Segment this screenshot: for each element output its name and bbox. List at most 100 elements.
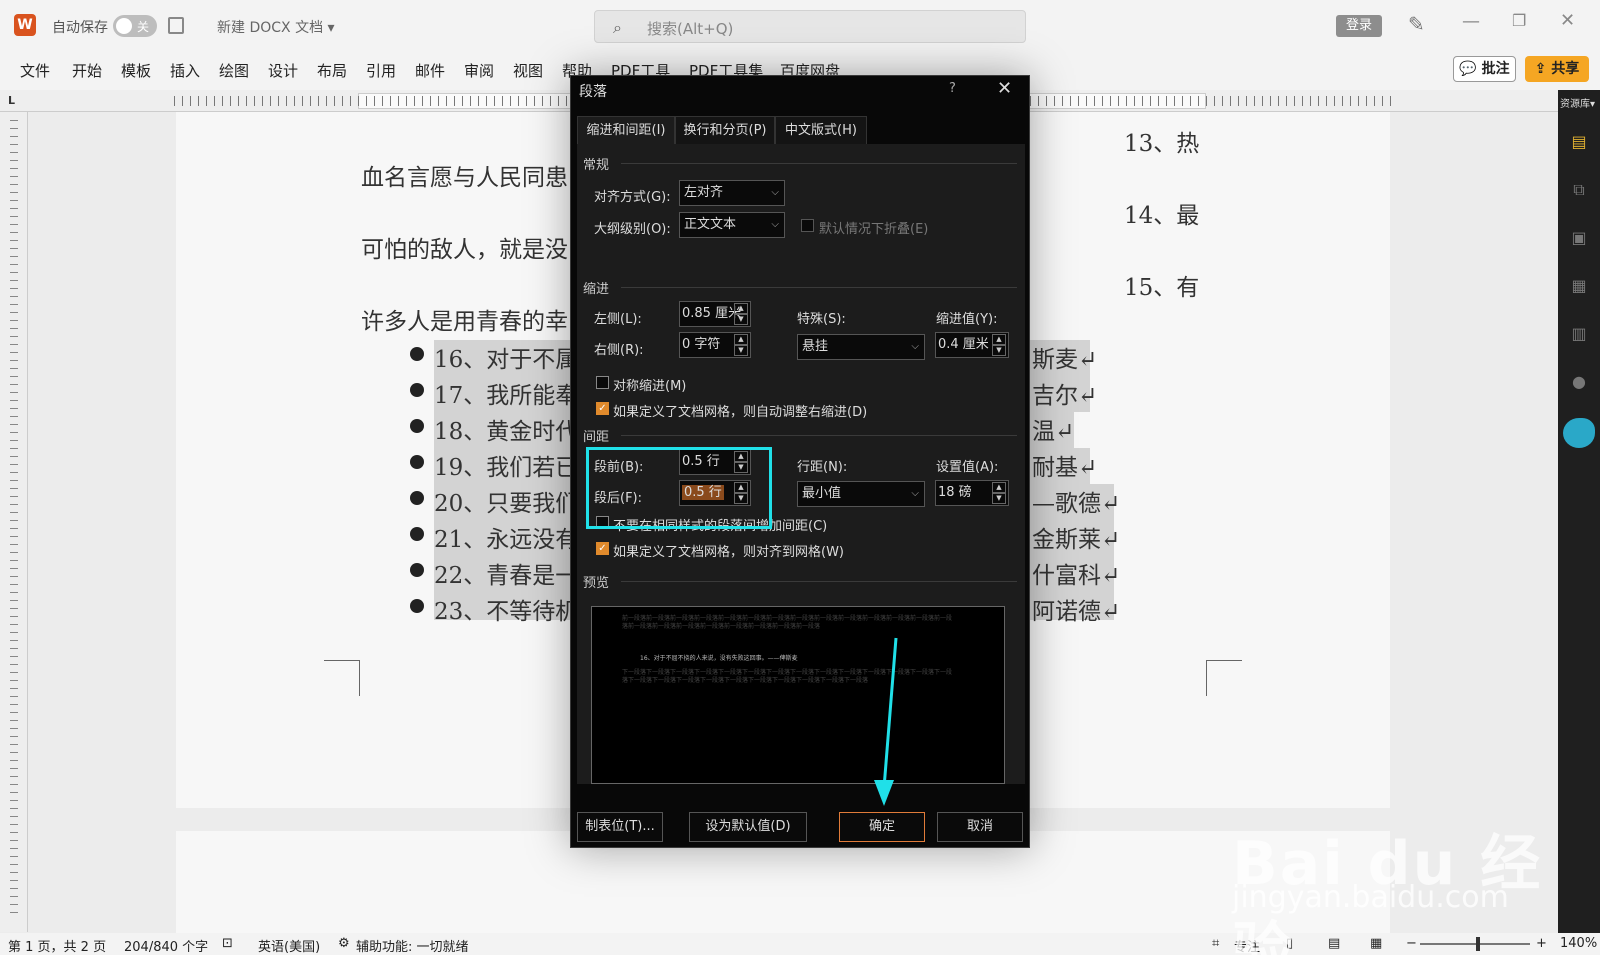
cancel-button[interactable]: 取消 — [937, 812, 1023, 842]
ok-button[interactable]: 确定 — [839, 812, 925, 842]
chevron-down-icon: ⌵ — [771, 187, 779, 198]
spin-down-icon[interactable]: ▼ — [992, 345, 1006, 356]
tab-selector[interactable]: L — [8, 94, 15, 107]
at-input[interactable]: 18 磅 ▲ ▼ — [935, 480, 1009, 506]
document-title[interactable]: 新建 DOCX 文档 ▾ — [217, 17, 335, 37]
dialog-tabs: 缩进和间距(I) 换行和分页(P) 中文版式(H) — [577, 116, 1025, 144]
auto-adjust-checkbox[interactable]: ✓ — [596, 402, 609, 415]
section-general: 常规 — [583, 158, 610, 173]
menu-review[interactable]: 审阅 — [464, 60, 494, 81]
outline-level-label: 大纲级别(O): — [594, 222, 671, 237]
spin-up-icon[interactable]: ▲ — [734, 334, 748, 345]
bullet-item-end: 温↵ — [1032, 419, 1075, 445]
mirror-indent-checkbox[interactable] — [596, 376, 609, 389]
share-button[interactable]: ⇪ 共享 — [1525, 56, 1589, 82]
media-icon[interactable]: ▣ — [1566, 228, 1592, 258]
bullet-item-end: 吉尔↵ — [1032, 383, 1098, 409]
vertical-ruler[interactable] — [0, 112, 28, 932]
set-default-button[interactable]: 设为默认值(D) — [689, 812, 807, 842]
indent-right-input[interactable]: 0 字符 ▲ ▼ — [679, 332, 751, 358]
search-placeholder: 搜索(Alt+Q) — [647, 20, 734, 38]
bullet-item: 16、对于不属 — [434, 347, 579, 373]
menu-layout[interactable]: 布局 — [317, 60, 347, 81]
spin-up-icon[interactable]: ▲ — [992, 482, 1006, 493]
autosave-toggle[interactable]: 关 — [113, 15, 157, 37]
menu-design[interactable]: 设计 — [268, 60, 298, 81]
line-spacing-dropdown[interactable]: 最小值 ⌵ — [797, 481, 925, 507]
spin-down-icon[interactable]: ▼ — [734, 345, 748, 356]
template-icon[interactable]: ⧉ — [1566, 180, 1592, 210]
crop-mark — [1206, 660, 1242, 696]
tabs-button[interactable]: 制表位(T)... — [577, 812, 663, 842]
toggle-knob — [116, 18, 132, 34]
bullet-icon — [410, 491, 424, 505]
menu-template[interactable]: 模板 — [121, 60, 151, 81]
menu-references[interactable]: 引用 — [366, 60, 396, 81]
bullet-icon — [410, 347, 424, 361]
autosave-state: 关 — [137, 20, 150, 34]
more-icon[interactable]: ● — [1566, 372, 1592, 402]
doc-line: 许多人是用青春的幸 — [361, 309, 568, 335]
spin-down-icon[interactable]: ▼ — [734, 314, 748, 325]
page-count[interactable]: 第 1 页，共 2 页 — [8, 936, 106, 955]
save-icon[interactable] — [168, 17, 184, 34]
menu-insert[interactable]: 插入 — [170, 60, 200, 81]
resource-panel-label[interactable]: 资源库▾ — [1560, 95, 1595, 110]
paragraph-preview: 前一段落前一段落前一段落前一段落前一段落前一段落前一段落前一段落前一段落前一段落… — [591, 606, 1005, 784]
indent-left-input[interactable]: 0.85 厘米 ▲ ▼ — [679, 301, 751, 327]
close-icon[interactable]: ✕ — [997, 78, 1012, 99]
special-value: 悬挂 — [802, 339, 829, 354]
snap-to-grid-label: 如果定义了文档网格，则对齐到网格(W) — [613, 545, 844, 560]
minimize-icon[interactable]: — — [1462, 11, 1480, 32]
word-count[interactable]: 204/840 个字 — [124, 936, 208, 955]
help-icon[interactable]: ? — [949, 81, 956, 96]
doc-line-right: 15、有 — [1124, 275, 1200, 301]
comments-button[interactable]: 💬 批注 — [1453, 56, 1516, 82]
menu-draw[interactable]: 绘图 — [219, 60, 249, 81]
indent-left-label: 左侧(L): — [594, 312, 642, 327]
menu-file[interactable]: 文件 — [20, 60, 50, 81]
spin-down-icon[interactable]: ▼ — [992, 493, 1006, 504]
special-dropdown[interactable]: 悬挂 ⌵ — [797, 334, 925, 360]
login-button[interactable]: 登录 — [1336, 15, 1382, 37]
menu-view[interactable]: 视图 — [513, 60, 543, 81]
divider — [621, 163, 1017, 164]
indent-by-label: 缩进值(Y): — [936, 312, 998, 327]
tab-asian-typography[interactable]: 中文版式(H) — [775, 116, 867, 144]
annotation-arrow — [874, 637, 898, 806]
spin-up-icon[interactable]: ▲ — [992, 334, 1006, 345]
chevron-down-icon: ⌵ — [771, 219, 779, 230]
alignment-dropdown[interactable]: 左对齐 ⌵ — [679, 180, 785, 206]
collapse-checkbox[interactable] — [801, 219, 814, 232]
menu-home[interactable]: 开始 — [72, 60, 102, 81]
mirror-indent-label: 对称缩进(M) — [613, 379, 687, 394]
close-window-icon[interactable]: ✕ — [1560, 10, 1575, 31]
search-input[interactable]: ⌕ 搜索(Alt+Q) — [594, 10, 1026, 43]
indent-by-value: 0.4 厘米 — [938, 337, 989, 352]
section-spacing: 间距 — [583, 430, 610, 445]
menu-mailings[interactable]: 邮件 — [415, 60, 445, 81]
restore-icon[interactable]: ❐ — [1512, 11, 1526, 30]
spin-up-icon[interactable]: ▲ — [734, 303, 748, 314]
education-icon[interactable]: ▥ — [1566, 324, 1592, 354]
indent-by-input[interactable]: 0.4 厘米 ▲ ▼ — [935, 332, 1009, 358]
snap-to-grid-checkbox[interactable]: ✓ — [596, 542, 609, 555]
tab-line-page-breaks[interactable]: 换行和分页(P) — [675, 116, 775, 144]
section-indentation: 缩进 — [583, 282, 610, 297]
preview-current-paragraph: 16、对于不屈不挠的人来说，没有失败这回事。——俾斯麦 — [640, 655, 798, 662]
bullet-icon — [410, 419, 424, 433]
document-icon[interactable]: ▤ — [1566, 132, 1592, 162]
bullet-item: 17、我所能奉 — [434, 383, 579, 409]
resume-icon[interactable]: ▦ — [1566, 276, 1592, 306]
divider — [621, 435, 1017, 436]
tab-indents-spacing[interactable]: 缩进和间距(I) — [577, 116, 675, 144]
assistant-icon[interactable] — [1563, 418, 1595, 448]
pen-icon[interactable]: ✎ — [1408, 12, 1425, 36]
outline-level-dropdown[interactable]: 正文文本 ⌵ — [679, 212, 785, 238]
proofing-icon[interactable]: ⊡ — [222, 936, 233, 951]
language[interactable]: 英语(美国) — [258, 936, 320, 955]
accessibility-status[interactable]: 辅助功能: 一切就绪 — [356, 936, 469, 955]
doc-line: 血名言愿与人民同患 — [361, 165, 568, 191]
bullet-icon — [410, 527, 424, 541]
bullet-icon — [410, 383, 424, 397]
